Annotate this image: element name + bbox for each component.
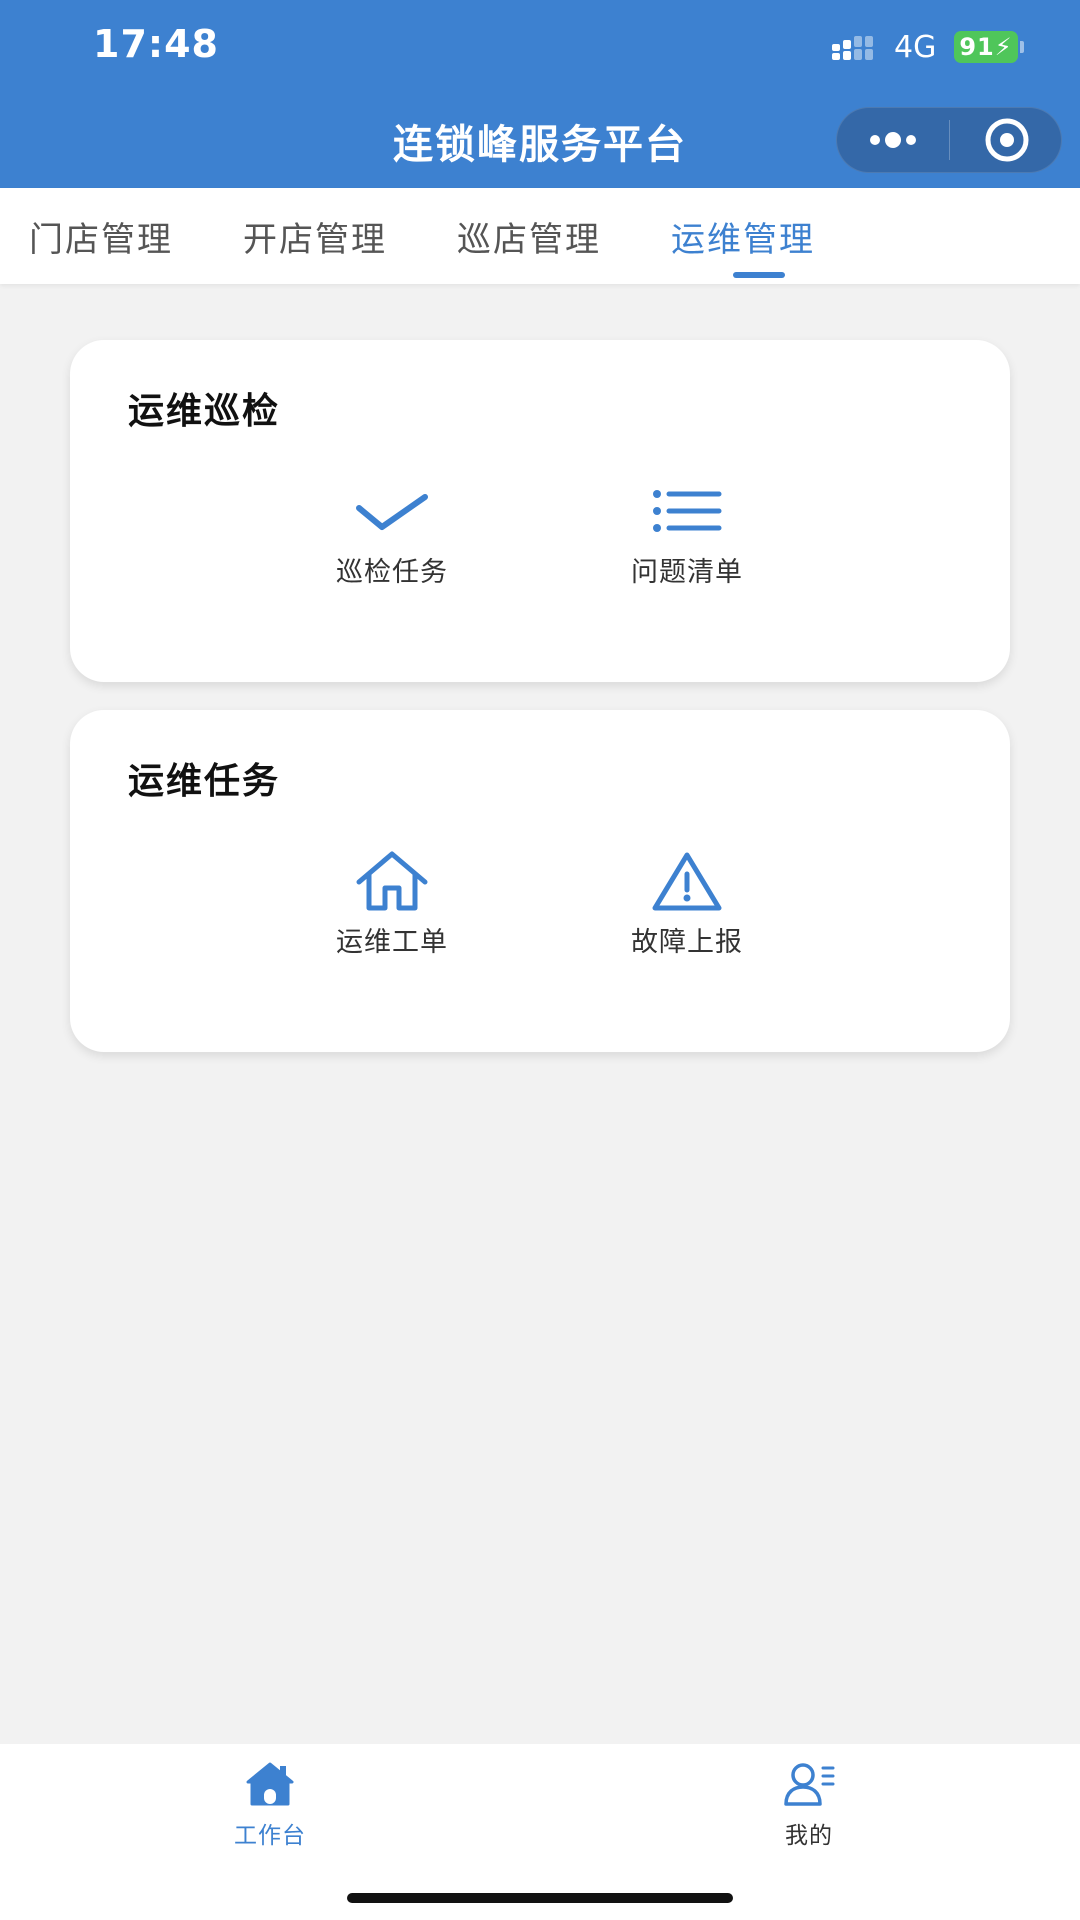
charging-icon: ⚡ <box>994 33 1013 61</box>
category-tabs: 门店管理 开店管理 巡店管理 运维管理 <box>0 188 1080 284</box>
tab-store-opening[interactable]: 开店管理 <box>243 212 387 261</box>
item-label: 巡检任务 <box>336 557 448 588</box>
nav-workbench[interactable]: 工作台 <box>180 1758 360 1858</box>
status-time: 17:48 <box>93 22 219 66</box>
house-icon <box>356 851 428 911</box>
work-order-button[interactable]: 运维工单 <box>292 850 492 960</box>
network-type: 4G <box>894 30 937 65</box>
battery-indicator: 91⚡ <box>954 31 1018 63</box>
warning-icon <box>652 852 722 911</box>
miniprogram-capsule <box>836 107 1062 173</box>
section-card-tasks: 运维任务 运维工单 故障上报 <box>70 710 1010 1052</box>
section-title: 运维任务 <box>128 761 281 802</box>
more-button[interactable] <box>837 108 949 172</box>
fault-report-button[interactable]: 故障上报 <box>587 850 787 960</box>
item-label: 运维工单 <box>336 927 448 958</box>
checkmark-icon <box>356 494 428 530</box>
battery-level: 91 <box>959 33 995 61</box>
nav-label: 我的 <box>785 1823 833 1849</box>
house-icon <box>246 1762 294 1806</box>
app-header: 17:48 4G 91⚡ 连锁峰服务平台 <box>0 0 1080 188</box>
nav-mine[interactable]: 我的 <box>719 1758 899 1858</box>
item-label: 故障上报 <box>631 927 743 958</box>
nav-label: 工作台 <box>234 1823 306 1849</box>
home-indicator <box>347 1893 733 1903</box>
battery-nub <box>1020 41 1024 53</box>
inspection-task-button[interactable]: 巡检任务 <box>292 480 492 590</box>
more-dots-icon <box>870 132 916 148</box>
target-close-icon <box>985 118 1029 162</box>
active-tab-indicator <box>733 272 785 278</box>
section-title: 运维巡检 <box>128 391 281 432</box>
section-card-inspection: 运维巡检 巡检任务 问题清单 <box>70 340 1010 682</box>
issue-list-button[interactable]: 问题清单 <box>587 480 787 590</box>
list-icon <box>653 490 722 532</box>
user-list-icon <box>784 1763 835 1806</box>
tab-operations-maintenance[interactable]: 运维管理 <box>671 212 815 261</box>
item-label: 问题清单 <box>631 557 743 588</box>
close-miniprogram-button[interactable] <box>950 108 1062 172</box>
tab-store-inspection[interactable]: 巡店管理 <box>457 212 601 261</box>
signal-icon <box>832 36 873 60</box>
tab-store-management[interactable]: 门店管理 <box>29 212 173 261</box>
